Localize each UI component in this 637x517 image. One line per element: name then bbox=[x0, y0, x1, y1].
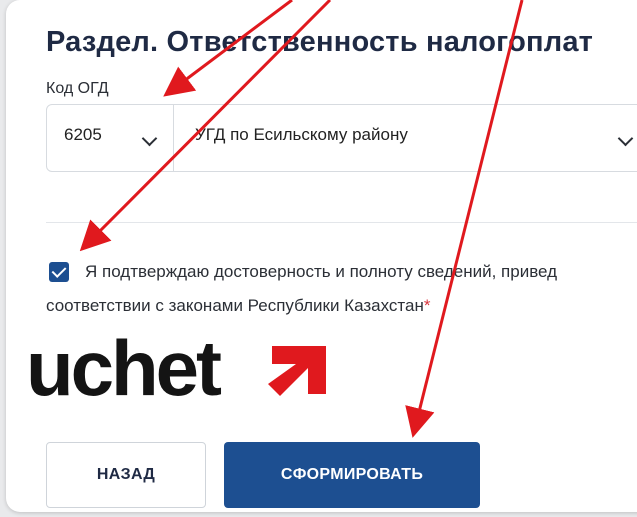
chevron-down-icon bbox=[617, 130, 634, 147]
form-card: Раздел. Ответственность налогоплат Код О… bbox=[6, 0, 637, 512]
required-mark: * bbox=[423, 296, 431, 315]
ogd-code-value: 6205 bbox=[64, 125, 102, 144]
ogd-select-group: 6205 УГД по Есильскому району bbox=[46, 104, 637, 172]
ogd-name-value: УГД по Есильскому району bbox=[195, 125, 408, 144]
ogd-code-label: Код ОГД bbox=[46, 80, 109, 97]
confirm-checkbox[interactable] bbox=[49, 262, 69, 282]
section-title: Раздел. Ответственность налогоплат bbox=[46, 26, 594, 58]
back-button[interactable]: НАЗАД bbox=[46, 442, 206, 508]
generate-button[interactable]: СФОРМИРОВАТЬ bbox=[224, 442, 480, 508]
ogd-code-select[interactable]: 6205 bbox=[47, 105, 174, 171]
confirm-text-line2-body: соответствии с законами Республики Казах… bbox=[46, 296, 424, 315]
confirm-text-line2: соответствии с законами Республики Казах… bbox=[46, 296, 430, 316]
chevron-down-icon bbox=[141, 130, 158, 147]
divider bbox=[46, 222, 637, 223]
logo-wordmark: uchet bbox=[26, 324, 222, 412]
logo-arrow-icon bbox=[268, 346, 326, 396]
confirm-text-line1: Я подтверждаю достоверность и полноту св… bbox=[85, 262, 558, 281]
uchet-logo: uchet bbox=[26, 318, 346, 418]
